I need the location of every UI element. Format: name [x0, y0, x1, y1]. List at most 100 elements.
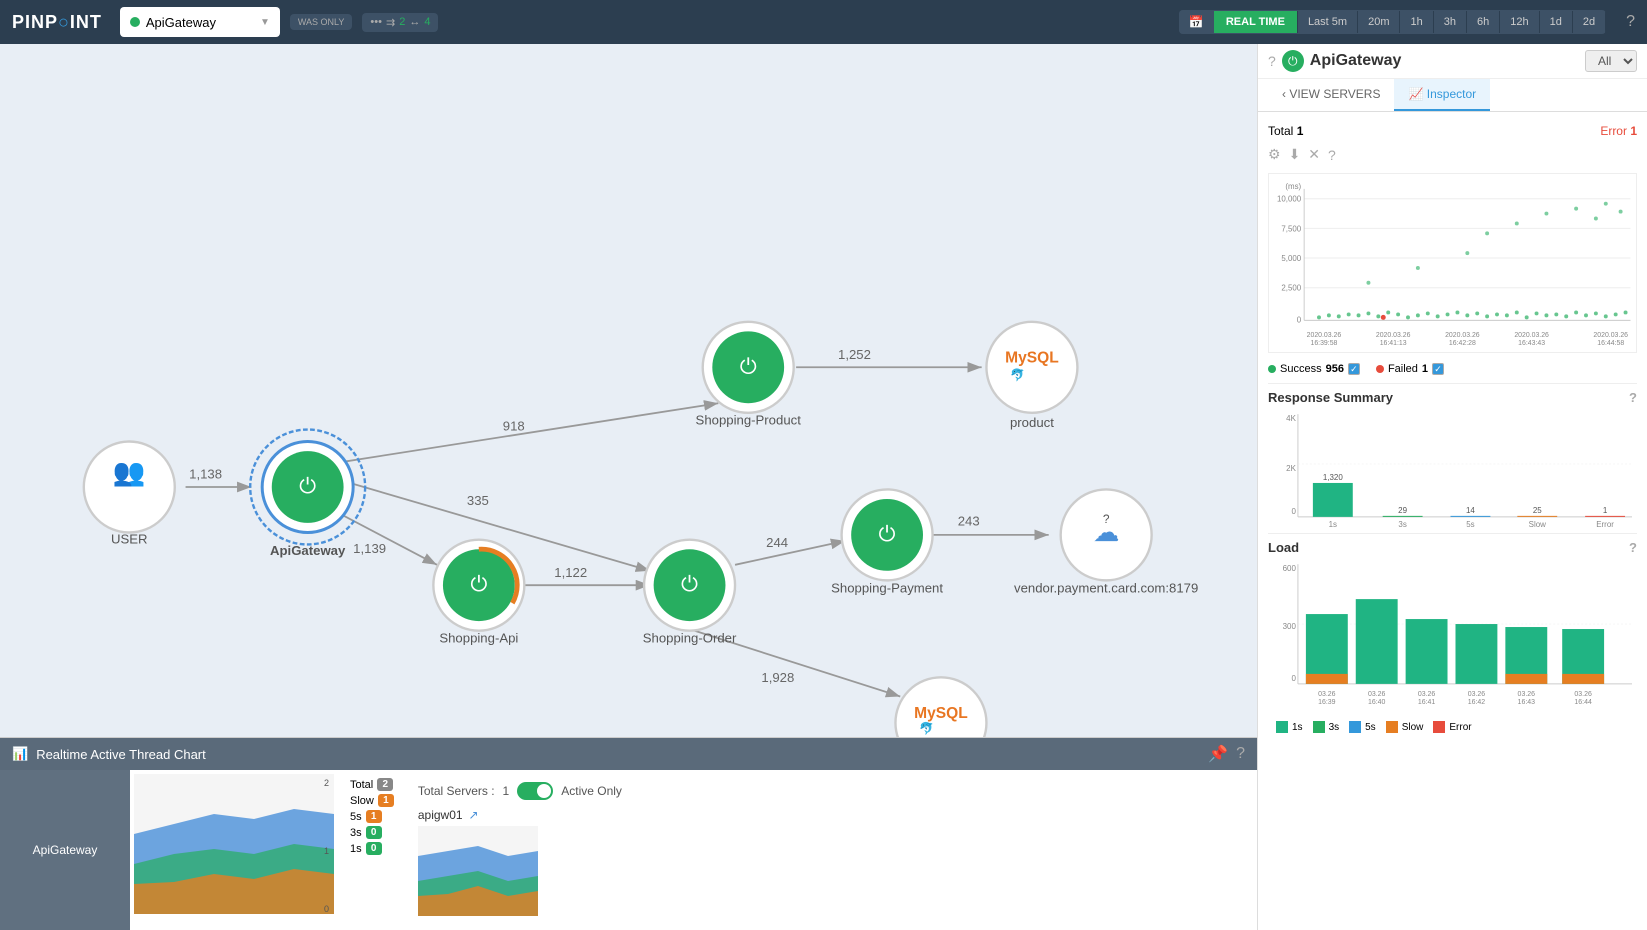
- edge-label-api-product: 918: [503, 419, 525, 434]
- app-selector-chevron: ▼: [260, 17, 270, 28]
- close-chart-icon[interactable]: ✕: [1308, 146, 1320, 163]
- resp-val-slow: 25: [1533, 506, 1542, 515]
- tab-view-servers[interactable]: ‹ VIEW SERVERS: [1268, 79, 1394, 111]
- success-legend: Success 956 ✓: [1268, 363, 1360, 375]
- time-btn-5m[interactable]: Last 5m: [1298, 11, 1358, 33]
- scatter-x-label-1: 2020.03.26: [1307, 332, 1342, 339]
- shopping-api-label: Shopping-Api: [439, 631, 518, 646]
- scatter-chart-container: (ms) 10,000 7,500 5,000 2,500 0: [1268, 173, 1637, 353]
- load-bar-1-slow: [1306, 674, 1348, 684]
- load-color-error: [1433, 721, 1445, 733]
- resp-x-3s: 3s: [1398, 520, 1406, 529]
- payment-vendor-question: ?: [1103, 512, 1110, 526]
- load-help-icon[interactable]: ?: [1629, 540, 1637, 555]
- legend-5s: 5s 1: [350, 810, 394, 823]
- time-btn-12h[interactable]: 12h: [1500, 11, 1539, 33]
- svg-text:16:42:28: 16:42:28: [1449, 340, 1476, 347]
- chart-icon: 📊: [12, 746, 28, 762]
- scatter-x-label-5: 2020.03.26: [1593, 332, 1628, 339]
- bottom-title: Realtime Active Thread Chart: [36, 747, 206, 762]
- tab-inspector[interactable]: 📈 Inspector: [1394, 79, 1490, 111]
- realtime-button[interactable]: REAL TIME: [1214, 11, 1298, 33]
- load-y-300: 300: [1283, 622, 1297, 631]
- 3s-label: 3s: [350, 827, 362, 839]
- scatter-y-5000: 5,000: [1281, 254, 1301, 263]
- time-btn-2d[interactable]: 2d: [1573, 11, 1606, 33]
- load-x-5: 03.26: [1518, 691, 1536, 698]
- failed-legend: Failed 1 ✓: [1376, 363, 1444, 375]
- help-icon[interactable]: ?: [1626, 13, 1635, 31]
- thread-chart-area: 2 1 0 Total 2 Slow 1: [130, 770, 1257, 930]
- bottom-help-icon[interactable]: ?: [1236, 745, 1245, 763]
- 3s-value: 0: [366, 826, 382, 839]
- scatter-y-0: 0: [1297, 315, 1302, 324]
- time-btn-20m[interactable]: 20m: [1358, 11, 1400, 33]
- main-thread-chart: 2 1 0: [134, 774, 334, 914]
- calendar-icon[interactable]: 📅: [1179, 10, 1214, 34]
- shopping-order-label: Shopping-Order: [643, 631, 737, 646]
- svg-text:16:44:58: 16:44:58: [1597, 340, 1624, 347]
- pin-icon[interactable]: 📌: [1208, 744, 1228, 764]
- gear-icon[interactable]: ⚙: [1268, 146, 1281, 163]
- load-section: Load ? 600 300 0: [1268, 533, 1637, 735]
- server-header: Total Servers : 1 Active Only: [418, 778, 1245, 804]
- load-bar-4: [1455, 624, 1497, 684]
- app-selector[interactable]: ApiGateway ▼: [120, 7, 280, 37]
- product-db-node[interactable]: [986, 322, 1077, 413]
- load-y-0: 0: [1291, 674, 1296, 683]
- right-power-icon: ⏻: [1282, 50, 1304, 72]
- resp-y-0: 0: [1291, 507, 1296, 516]
- app-status-dot: [130, 17, 140, 27]
- chevron-left-icon: ‹: [1282, 87, 1286, 101]
- load-legend-error: Error: [1433, 721, 1471, 733]
- download-icon[interactable]: ⬇: [1289, 146, 1301, 163]
- time-btn-6h[interactable]: 6h: [1467, 11, 1500, 33]
- server-filter-select[interactable]: All: [1585, 50, 1637, 72]
- resp-bar-5s: [1451, 516, 1491, 517]
- legend-total: Total 2: [350, 778, 394, 791]
- scatter-legend: Success 956 ✓ Failed 1 ✓: [1268, 359, 1637, 379]
- server-chart-svg: [418, 826, 538, 916]
- resp-bar-slow: [1517, 516, 1557, 517]
- time-btn-1d[interactable]: 1d: [1540, 11, 1573, 33]
- time-btn-3h[interactable]: 3h: [1434, 11, 1467, 33]
- shopping-payment-label: Shopping-Payment: [831, 580, 943, 595]
- failed-label: Failed: [1388, 363, 1418, 375]
- load-x-2: 03.26: [1368, 691, 1386, 698]
- 5s-value: 1: [366, 810, 382, 823]
- product-db-label: product: [1010, 415, 1054, 430]
- active-only-label: Active Only: [561, 784, 622, 798]
- svg-text:16:39: 16:39: [1318, 699, 1336, 706]
- svg-text:16:44: 16:44: [1574, 699, 1592, 706]
- user-label: USER: [111, 531, 148, 546]
- links-count: 2: [399, 16, 405, 28]
- failed-checkbox[interactable]: ✓: [1432, 363, 1444, 375]
- success-checkbox[interactable]: ✓: [1348, 363, 1360, 375]
- time-btn-1h[interactable]: 1h: [1400, 11, 1433, 33]
- thread-chart-svg: 2 1 0: [134, 774, 334, 914]
- edge-label-order-db: 1,928: [761, 670, 794, 685]
- resp-y-4k: 4K: [1286, 414, 1296, 423]
- load-x-4: 03.26: [1468, 691, 1486, 698]
- chart-help-icon[interactable]: ?: [1328, 147, 1336, 163]
- bottom-content: ApiGateway 2: [0, 770, 1257, 930]
- load-bar-1: [1306, 614, 1348, 684]
- load-color-1s: [1276, 721, 1288, 733]
- scatter-svg: (ms) 10,000 7,500 5,000 2,500 0: [1269, 174, 1636, 352]
- total-value: 2: [377, 778, 393, 791]
- failed-dot: [1376, 365, 1384, 373]
- help-circle-icon[interactable]: ?: [1268, 53, 1276, 69]
- active-only-toggle[interactable]: [517, 782, 553, 800]
- edge-label-api-shopapi: 1,139: [353, 541, 386, 556]
- apigateway-label: ApiGateway: [270, 543, 346, 558]
- shopping-product-power-icon: ⏻: [740, 354, 757, 378]
- right-panel: ? ⏻ ApiGateway All ‹ VIEW SERVERS 📈 Insp…: [1257, 44, 1647, 930]
- total-label: Total: [350, 779, 373, 791]
- response-help-icon[interactable]: ?: [1629, 390, 1637, 405]
- success-count: 956: [1326, 363, 1344, 375]
- thread-app-label: ApiGateway: [0, 770, 130, 930]
- server-link-icon[interactable]: ↗: [469, 808, 479, 822]
- chart-toolbar: ⚙ ⬇ ✕ ?: [1268, 142, 1637, 167]
- arrow-icon: ↔: [409, 16, 420, 28]
- response-chart: 4K 2K 0 1,320 29: [1268, 409, 1637, 529]
